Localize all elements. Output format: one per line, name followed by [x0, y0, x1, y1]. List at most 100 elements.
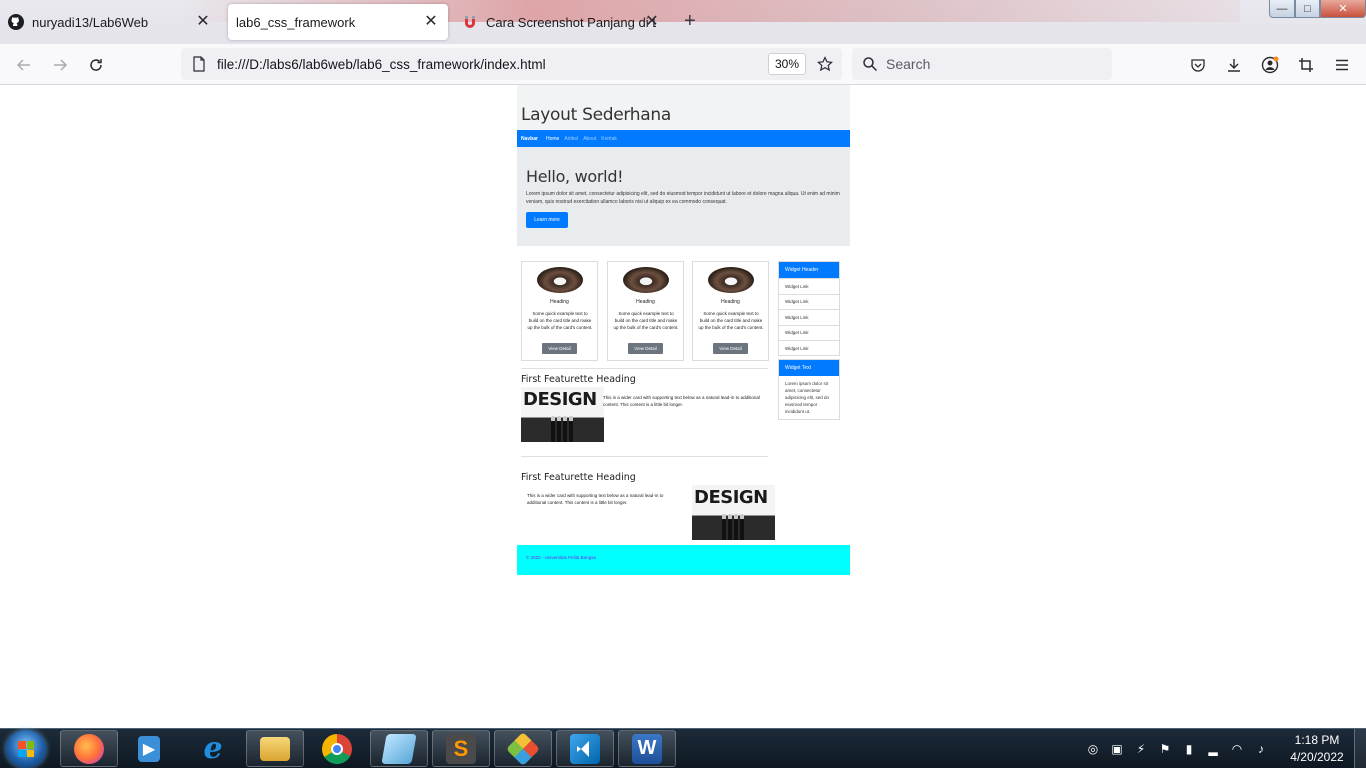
widget-link[interactable]: Widget Link — [779, 309, 839, 325]
search-bar[interactable]: Search — [852, 48, 1112, 80]
taskbar-internet-explorer[interactable]: e — [184, 730, 242, 767]
magnet-icon — [465, 16, 475, 28]
account-button[interactable] — [1258, 53, 1282, 77]
show-desktop-button[interactable] — [1354, 729, 1366, 768]
search-placeholder: Search — [886, 56, 931, 72]
pencil — [740, 514, 744, 540]
card: Heading Some quick example text to build… — [692, 261, 769, 361]
back-button[interactable] — [10, 52, 38, 78]
taskbar-word[interactable]: W — [618, 730, 676, 767]
file-explorer-icon — [260, 736, 290, 761]
taskbar-sublime-text[interactable]: S — [432, 730, 490, 767]
url-text[interactable]: file:///D:/labs6/lab6web/lab6_css_framew… — [217, 57, 768, 72]
action-center-icon[interactable]: ⚑ — [1157, 741, 1173, 757]
volume-icon[interactable]: ♪ — [1253, 741, 1269, 757]
window-controls: — □ ✕ — [1269, 0, 1366, 18]
signal-bars-icon[interactable]: ▂ — [1205, 741, 1221, 757]
screenshot-button[interactable] — [1294, 53, 1318, 77]
system-clock[interactable]: 1:18 PM 4/20/2022 — [1286, 732, 1348, 766]
pocket-icon — [1191, 59, 1205, 72]
taskbar-media-player[interactable]: ▶ — [120, 730, 178, 767]
design-image: DESIGN — [521, 387, 604, 442]
view-detail-button[interactable]: View Detail — [542, 343, 577, 354]
git-icon — [506, 731, 540, 766]
vscode-glyph — [577, 740, 589, 757]
battery-icon[interactable]: ▮ — [1181, 741, 1197, 757]
featurette-text: This is a wider card with supporting tex… — [603, 395, 760, 407]
arrow-right-icon — [54, 59, 68, 71]
coffee-cup-image — [708, 267, 754, 293]
sublime-text-icon: S — [446, 733, 476, 764]
logo-quad — [18, 749, 26, 757]
network-app-icon[interactable]: ▣ — [1109, 741, 1125, 757]
site-navbar: Navbar Home Artikel About Kontak — [517, 130, 850, 147]
card-text: Some quick example text to build on the … — [527, 311, 593, 330]
download-icon — [1228, 59, 1240, 72]
taskbar-firefox[interactable] — [60, 730, 118, 767]
start-button[interactable] — [6, 730, 46, 768]
system-tray: ◎ ▣ ⚡ ⚑ ▮ ▂ ◠ ♪ — [1085, 729, 1269, 768]
bookmark-button[interactable] — [812, 51, 838, 77]
nav-link-home[interactable]: Home — [546, 136, 559, 142]
pocket-button[interactable] — [1186, 53, 1210, 77]
view-detail-button[interactable]: View Detail — [713, 343, 748, 354]
logo-quad — [26, 741, 34, 749]
card-text: Some quick example text to build on the … — [698, 311, 764, 330]
taskbar-notepad[interactable] — [370, 730, 428, 767]
tab-title: lab6_css_framework — [236, 14, 356, 30]
widget-link[interactable]: Widget Link — [779, 293, 839, 310]
taskbar-chrome[interactable] — [308, 730, 366, 767]
widget-header: Widget Header — [779, 262, 839, 278]
widget-link[interactable]: Widget Link — [779, 324, 839, 341]
close-tab-icon[interactable]: ✕ — [643, 13, 661, 31]
widget-link[interactable]: Widget Link — [779, 340, 839, 356]
pencil — [557, 416, 561, 442]
tab-github[interactable]: nuryadi13/Lab6Web ✕ — [0, 4, 220, 40]
navbar-brand[interactable]: Navbar — [521, 136, 538, 142]
navigation-toolbar: file:///D:/labs6/lab6web/lab6_css_framew… — [0, 44, 1366, 85]
widget-link[interactable]: Widget Link — [779, 278, 839, 294]
windows-logo-icon — [18, 741, 34, 757]
reload-button[interactable] — [82, 52, 110, 78]
divider — [521, 456, 768, 457]
tab-title: nuryadi13/Lab6Web — [32, 14, 149, 30]
tab-title: Cara Screenshot Panjang di Lap — [486, 14, 656, 30]
learn-more-button[interactable]: Learn more — [526, 212, 568, 228]
downloads-button[interactable] — [1222, 53, 1246, 77]
new-tab-button[interactable]: + — [684, 11, 696, 31]
page-header: Layout Sederhana — [517, 85, 850, 130]
search-icon — [863, 57, 878, 72]
pencil — [569, 416, 573, 442]
tab-cara-screenshot[interactable]: Cara Screenshot Panjang di Lap ✕ — [454, 4, 669, 40]
maximize-button[interactable]: □ — [1295, 0, 1320, 18]
close-tab-icon[interactable]: ✕ — [194, 13, 212, 31]
nav-link-about[interactable]: About — [583, 136, 596, 142]
footer-text: © 2022 - Universitas Pelita Bangsa — [526, 555, 596, 560]
close-window-button[interactable]: ✕ — [1320, 0, 1366, 18]
taskbar-vscode[interactable] — [556, 730, 614, 767]
view-detail-button[interactable]: View Detail — [628, 343, 663, 354]
widget-text-body: Lorem ipsum dolor sit amet, consectetur … — [785, 381, 830, 414]
featurette-text: This is a wider card with supporting tex… — [527, 493, 664, 505]
nav-link-artikel[interactable]: Artikel — [564, 136, 578, 142]
featurette-heading: First Featurette Heading — [521, 472, 636, 483]
magnifier-icon[interactable]: ◎ — [1085, 741, 1101, 757]
pencil — [551, 416, 555, 442]
forward-button[interactable] — [46, 52, 74, 78]
word-letter: W — [637, 737, 657, 759]
address-bar[interactable]: file:///D:/labs6/lab6web/lab6_css_framew… — [181, 48, 842, 80]
flash-icon[interactable]: ⚡ — [1133, 741, 1149, 757]
widget-text-panel: Widget Text Lorem ipsum dolor sit amet, … — [778, 359, 840, 420]
minimize-button[interactable]: — — [1269, 0, 1295, 18]
menu-button[interactable] — [1330, 53, 1354, 77]
nav-link-kontak[interactable]: Kontak — [601, 136, 617, 142]
zoom-level-button[interactable]: 30% — [767, 53, 806, 75]
wifi-icon[interactable]: ◠ — [1229, 741, 1245, 757]
pencil — [563, 416, 567, 442]
vscode-icon — [570, 733, 600, 764]
hamburger-menu-icon — [1336, 59, 1348, 71]
tab-lab6-css-framework[interactable]: lab6_css_framework ✕ — [228, 4, 448, 40]
taskbar-git[interactable] — [494, 730, 552, 767]
taskbar-file-explorer[interactable] — [246, 730, 304, 767]
close-tab-icon[interactable]: ✕ — [422, 13, 440, 31]
